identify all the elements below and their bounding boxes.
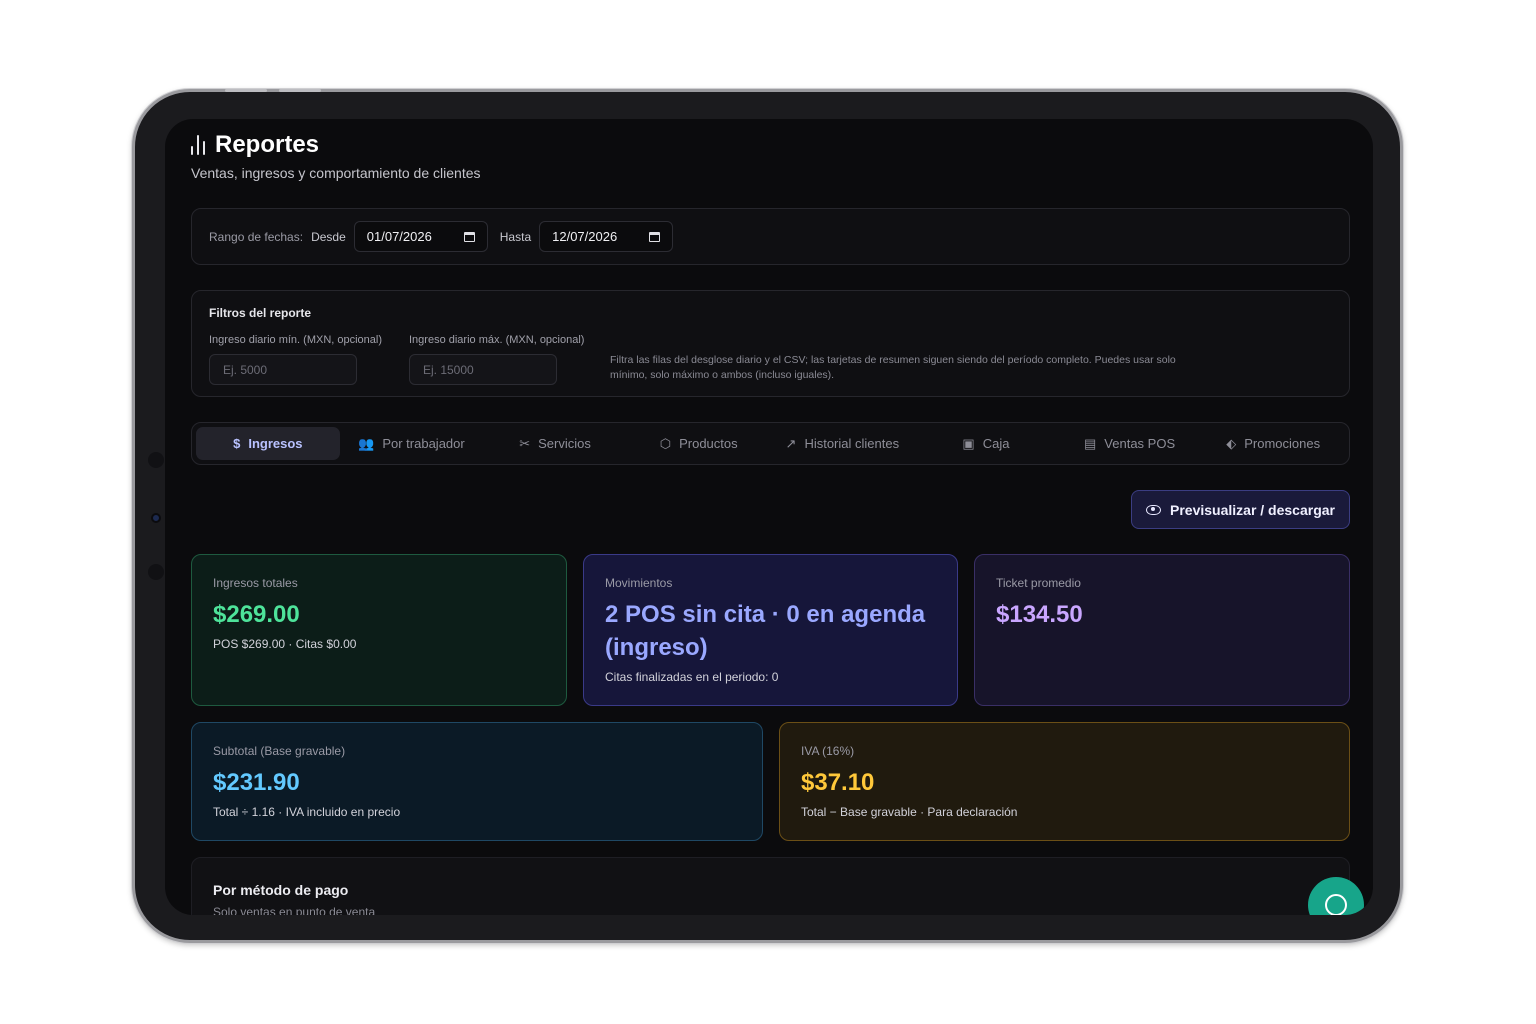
bar-chart-icon: [191, 135, 205, 155]
tablet-frame: Reportes Ventas, ingresos y comportamien…: [132, 89, 1403, 943]
to-date-input[interactable]: 12/07/2026: [539, 221, 674, 252]
tab-label: Productos: [679, 436, 738, 451]
to-label: Hasta: [499, 229, 532, 244]
tab-label: Por trabajador: [382, 436, 465, 451]
sensor-dot: [148, 452, 164, 468]
wallet-icon: ▣: [962, 435, 975, 451]
sensor-dot: [148, 564, 164, 580]
preview-download-label: Previsualizar / descargar: [1170, 501, 1335, 518]
card-value: $37.10: [801, 769, 875, 796]
card-value: $231.90: [213, 769, 300, 796]
date-range-panel: Rango de fechas: Desde 01/07/2026 Hasta …: [191, 208, 1350, 265]
filters-note: Filtra las filas del desglose diario y e…: [610, 354, 1176, 381]
card-subtext: Total ÷ 1.16 · IVA incluido en precio: [213, 805, 401, 819]
payment-method-panel: Por método de pago Solo ventas en punto …: [191, 857, 1350, 915]
from-date-value: 01/07/2026: [366, 229, 432, 244]
calendar-icon[interactable]: [649, 231, 661, 242]
tab-productos[interactable]: ⬡ Productos: [627, 427, 771, 460]
date-range-label: Rango de fechas:: [209, 229, 304, 244]
tab-label: Ingresos: [248, 436, 303, 451]
app-screen: Reportes Ventas, ingresos y comportamien…: [165, 119, 1373, 915]
subtotal-card: Subtotal (Base gravable) $231.90 Total ÷…: [191, 722, 763, 841]
card-subtext: POS $269.00 · Citas $0.00: [213, 637, 357, 651]
users-icon: 👥: [358, 435, 375, 451]
chat-icon: [1325, 894, 1347, 915]
to-date-value: 12/07/2026: [552, 229, 618, 244]
card-label: Ticket promedio: [996, 576, 1081, 590]
report-filters-panel: Filtros del reporte Ingreso diario mín. …: [191, 290, 1350, 397]
page-title: Reportes: [215, 131, 320, 158]
scissors-icon: ✂: [519, 435, 531, 451]
card-value: 2 POS sin cita · 0 en agenda (ingreso): [605, 601, 926, 661]
card-label: Movimientos: [605, 576, 673, 590]
receipt-icon: ▤: [1084, 435, 1097, 451]
average-ticket-card: Ticket promedio $134.50: [974, 554, 1350, 706]
box-icon: ⬡: [659, 435, 672, 451]
trending-up-icon: ↗: [785, 435, 797, 451]
tag-icon: ⬖: [1226, 435, 1237, 451]
card-value: $134.50: [996, 601, 1083, 628]
tab-label: Ventas POS: [1104, 436, 1176, 451]
camera-lens: [151, 513, 161, 523]
filters-title: Filtros del reporte: [209, 306, 312, 320]
card-label: Subtotal (Base gravable): [213, 744, 346, 758]
card-value: $269.00: [213, 601, 300, 628]
min-income-label: Ingreso diario mín. (MXN, opcional): [209, 334, 383, 346]
card-subtext: Total − Base gravable · Para declaración: [801, 805, 1018, 819]
page-header: Reportes: [191, 131, 319, 159]
tab-label: Servicios: [538, 436, 591, 451]
volume-button: [225, 89, 267, 92]
from-date-input[interactable]: 01/07/2026: [353, 221, 488, 252]
from-label: Desde: [311, 229, 346, 244]
card-label: Ingresos totales: [213, 576, 298, 590]
preview-download-button[interactable]: Previsualizar / descargar: [1131, 490, 1350, 529]
max-income-label: Ingreso diario máx. (MXN, opcional): [409, 334, 585, 346]
dollar-icon: $: [233, 436, 241, 451]
tab-historial-clientes[interactable]: ↗ Historial clientes: [771, 427, 915, 460]
eye-icon: [1146, 504, 1161, 515]
tab-caja[interactable]: ▣ Caja: [914, 427, 1058, 460]
card-subtext: Citas finalizadas en el periodo: 0: [605, 670, 779, 684]
report-tabs: $ Ingresos 👥 Por trabajador ✂ Servicios …: [191, 422, 1350, 465]
max-income-input[interactable]: Ej. 15000: [409, 354, 557, 385]
tab-promociones[interactable]: ⬖ Promociones: [1201, 427, 1345, 460]
page-subtitle: Ventas, ingresos y comportamiento de cli…: [191, 165, 481, 181]
iva-card: IVA (16%) $37.10 Total − Base gravable ·…: [779, 722, 1350, 841]
movements-card: Movimientos 2 POS sin cita · 0 en agenda…: [583, 554, 958, 706]
power-button: [279, 89, 321, 92]
tab-servicios[interactable]: ✂ Servicios: [483, 427, 627, 460]
tab-por-trabajador[interactable]: 👥 Por trabajador: [340, 427, 484, 460]
tab-label: Historial clientes: [804, 436, 900, 451]
total-income-card: Ingresos totales $269.00 POS $269.00 · C…: [191, 554, 567, 706]
payment-method-subtitle: Solo ventas en punto de venta: [213, 905, 376, 915]
tab-label: Caja: [982, 436, 1010, 451]
card-label: IVA (16%): [801, 744, 855, 758]
payment-method-title: Por método de pago: [213, 882, 349, 898]
calendar-icon[interactable]: [463, 231, 475, 242]
tab-ingresos[interactable]: $ Ingresos: [196, 427, 340, 460]
min-income-input[interactable]: Ej. 5000: [209, 354, 357, 385]
tab-label: Promociones: [1244, 436, 1321, 451]
tab-ventas-pos[interactable]: ▤ Ventas POS: [1058, 427, 1202, 460]
